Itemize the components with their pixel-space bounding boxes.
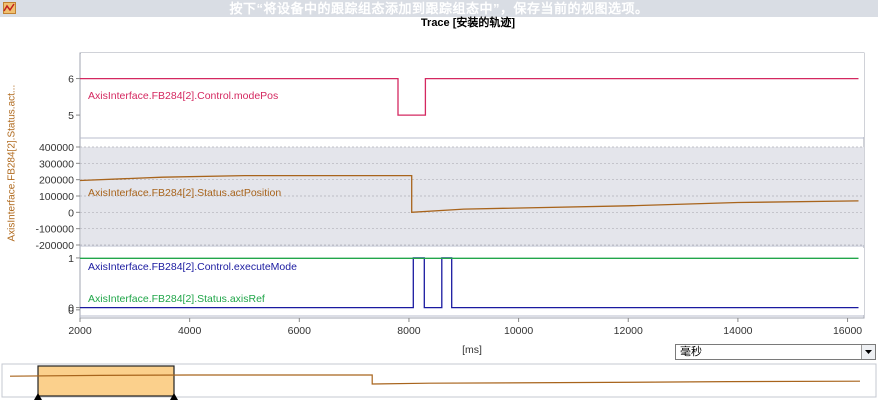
series-label: AxisInterface.FB284[2].Control.modePos	[88, 90, 278, 102]
y-tick-label: 100000	[39, 191, 74, 203]
y-tick-label: 300000	[39, 158, 74, 170]
y-tick-label: 0	[68, 207, 74, 219]
x-tick-label: 10000	[504, 325, 533, 337]
series-label: AxisInterface.FB284[2].Status.axisRef	[88, 293, 265, 305]
x-tick-label: 6000	[288, 325, 312, 337]
y-tick-label: -200000	[35, 240, 74, 252]
series-label: AxisInterface.FB284[2].Control.executeMo…	[88, 261, 297, 273]
time-unit-select[interactable]: 毫秒	[675, 344, 876, 360]
y-tick-label: 6	[68, 74, 74, 86]
y-tick-label: 5	[68, 110, 74, 122]
x-axis-label: [ms]	[462, 344, 482, 356]
series-label: AxisInterface.FB284[2].Status.actPositio…	[88, 187, 281, 199]
overview-selection[interactable]	[37, 365, 175, 397]
x-tick-label: 2000	[68, 325, 92, 337]
y-tick-label: 200000	[39, 175, 74, 187]
chevron-down-icon[interactable]	[861, 345, 875, 359]
y-tick-label: -100000	[35, 224, 74, 236]
x-tick-label: 16000	[833, 325, 862, 337]
y-tick-label: 1	[68, 253, 74, 265]
y-tick-label: 400000	[39, 142, 74, 154]
time-unit-value: 毫秒	[680, 346, 702, 358]
x-tick-label: 4000	[178, 325, 202, 337]
y-tick-label: 0	[68, 305, 74, 317]
x-tick-label: 8000	[397, 325, 421, 337]
x-tick-label: 12000	[614, 325, 643, 337]
x-tick-label: 14000	[723, 325, 752, 337]
